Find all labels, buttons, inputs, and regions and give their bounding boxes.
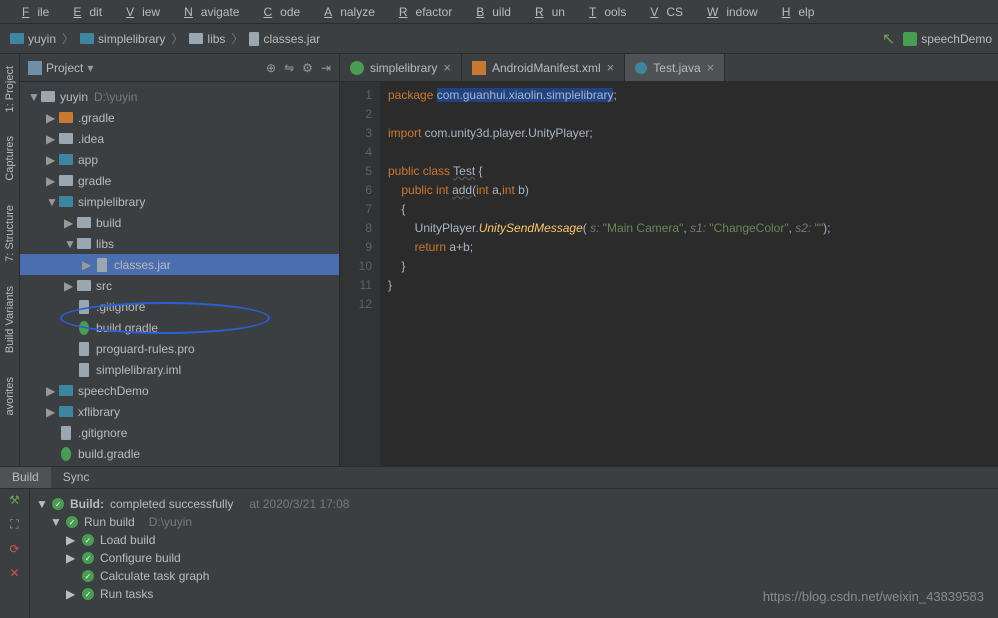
tab-AndroidManifest.xml[interactable]: AndroidManifest.xml×	[462, 54, 625, 81]
code-editor[interactable]: 123456789101112 package com.guanhui.xiao…	[340, 82, 998, 466]
sidetab-project[interactable]: 1: Project	[4, 62, 16, 116]
breadcrumb-classes.jar[interactable]: classes.jar	[245, 32, 324, 46]
menubar: FileEditViewNavigateCodeAnalyzeRefactorB…	[0, 0, 998, 24]
refresh-icon[interactable]: ⟳	[9, 542, 19, 556]
tree-item-gradle[interactable]: ▶gradle	[20, 170, 339, 191]
build-row[interactable]: ▶✓Run tasks	[66, 585, 992, 603]
build-output[interactable]: ▼ ✓ Build: completed successfully at 202…	[30, 489, 998, 618]
build-row[interactable]: ▼✓Run buildD:\yuyin	[50, 513, 992, 531]
back-arrow-icon[interactable]: ↖	[882, 29, 895, 49]
tree-item-app[interactable]: ▶app	[20, 149, 339, 170]
menu-run[interactable]: Run	[519, 2, 573, 22]
tab-Test.java[interactable]: Test.java×	[625, 54, 725, 81]
menu-refactor[interactable]: Refactor	[383, 2, 460, 22]
toolbar-right: ↖ speechDemo	[882, 29, 992, 49]
locate-icon[interactable]: ⊕	[266, 61, 276, 75]
tab-simplelibrary[interactable]: simplelibrary×	[340, 54, 462, 81]
project-panel-header: Project ▾ ⊕ ⇋ ⚙ ⇥	[20, 54, 339, 82]
tree-item-build[interactable]: ▶build	[20, 212, 339, 233]
stop-icon[interactable]: ✕	[9, 566, 19, 580]
project-panel: Project ▾ ⊕ ⇋ ⚙ ⇥ ▼yuyinD:\yuyin▶.gradle…	[20, 54, 340, 466]
tree-item-build.gradle[interactable]: build.gradle	[20, 443, 339, 464]
menu-build[interactable]: Build	[460, 2, 519, 22]
bottom-tab-sync[interactable]: Sync	[51, 467, 102, 488]
editor-area: simplelibrary×AndroidManifest.xml×Test.j…	[340, 54, 998, 466]
tree-item-speechDemo[interactable]: ▶speechDemo	[20, 380, 339, 401]
sidetab-favorites[interactable]: avorites	[4, 373, 16, 420]
left-tool-stripe: 1: Project Captures 7: Structure Build V…	[0, 54, 20, 466]
gear-icon[interactable]: ⚙	[302, 61, 313, 75]
menu-help[interactable]: Help	[766, 2, 823, 22]
editor-tabs: simplelibrary×AndroidManifest.xml×Test.j…	[340, 54, 998, 82]
close-icon[interactable]: ×	[607, 60, 615, 75]
tree-item-.gradle[interactable]: ▶.gradle	[20, 107, 339, 128]
breadcrumb-yuyin[interactable]: yuyin	[6, 32, 60, 46]
line-gutter: 123456789101112	[340, 82, 380, 466]
tree-item-.gitignore[interactable]: .gitignore	[20, 422, 339, 443]
menu-code[interactable]: Code	[247, 2, 308, 22]
code-content[interactable]: package com.guanhui.xiaolin.simplelibrar…	[380, 82, 998, 466]
menu-view[interactable]: View	[110, 2, 168, 22]
build-row[interactable]: ▶✓Load build	[66, 531, 992, 549]
menu-vcs[interactable]: VCS	[634, 2, 691, 22]
menu-file[interactable]: File	[6, 2, 57, 22]
menu-navigate[interactable]: Navigate	[168, 2, 247, 22]
tree-item-build.gradle[interactable]: build.gradle	[20, 317, 339, 338]
menu-window[interactable]: Window	[691, 2, 766, 22]
project-tree[interactable]: ▼yuyinD:\yuyin▶.gradle▶.idea▶app▶gradle▼…	[20, 82, 339, 466]
tree-item-yuyin[interactable]: ▼yuyinD:\yuyin	[20, 86, 339, 107]
tree-item-src[interactable]: ▶src	[20, 275, 339, 296]
bottom-tab-build[interactable]: Build	[0, 467, 51, 488]
build-row[interactable]: ✓Calculate task graph	[66, 567, 992, 585]
sidetab-buildvariants[interactable]: Build Variants	[4, 282, 16, 357]
bottom-panel: BuildSync ⚒ ⛶ ⟳ ✕ ▼ ✓ Build: completed s…	[0, 466, 998, 618]
tree-item-simplelibrary.iml[interactable]: simplelibrary.iml	[20, 359, 339, 380]
close-icon[interactable]: ×	[707, 60, 715, 75]
project-icon	[28, 61, 42, 75]
breadcrumb-libs[interactable]: libs	[185, 32, 229, 46]
tree-item-libs[interactable]: ▼libs	[20, 233, 339, 254]
collapse-icon[interactable]: ⇋	[284, 61, 294, 75]
hammer-icon[interactable]: ⚒	[9, 493, 20, 507]
run-config[interactable]: speechDemo	[903, 32, 992, 46]
breadcrumb-items: yuyin〉simplelibrary〉libs〉classes.jar	[6, 30, 324, 47]
breadcrumb-bar: yuyin〉simplelibrary〉libs〉classes.jar ↖ s…	[0, 24, 998, 54]
project-title[interactable]: Project	[46, 61, 83, 75]
build-toolbar: ⚒ ⛶ ⟳ ✕	[0, 489, 30, 618]
tree-item-simplelibrary[interactable]: ▼simplelibrary	[20, 191, 339, 212]
tree-item-.idea[interactable]: ▶.idea	[20, 128, 339, 149]
tree-item-proguard-rules.pro[interactable]: proguard-rules.pro	[20, 338, 339, 359]
build-row[interactable]: ▶✓Configure build	[66, 549, 992, 567]
hide-icon[interactable]: ⇥	[321, 61, 331, 75]
tree-item-classes.jar[interactable]: ▶classes.jar	[20, 254, 339, 275]
close-icon[interactable]: ×	[443, 60, 451, 75]
filter-icon[interactable]: ⛶	[10, 517, 18, 532]
bottom-tabs: BuildSync	[0, 467, 998, 489]
ok-icon: ✓	[52, 498, 64, 510]
tree-item-.gitignore[interactable]: .gitignore	[20, 296, 339, 317]
menu-analyze[interactable]: Analyze	[308, 2, 383, 22]
breadcrumb-simplelibrary[interactable]: simplelibrary	[76, 32, 169, 46]
sidetab-captures[interactable]: Captures	[4, 132, 16, 185]
sidetab-structure[interactable]: 7: Structure	[4, 201, 16, 266]
dropdown-icon[interactable]: ▾	[87, 61, 93, 75]
menu-edit[interactable]: Edit	[57, 2, 110, 22]
tree-item-xflibrary[interactable]: ▶xflibrary	[20, 401, 339, 422]
menu-tools[interactable]: Tools	[573, 2, 634, 22]
